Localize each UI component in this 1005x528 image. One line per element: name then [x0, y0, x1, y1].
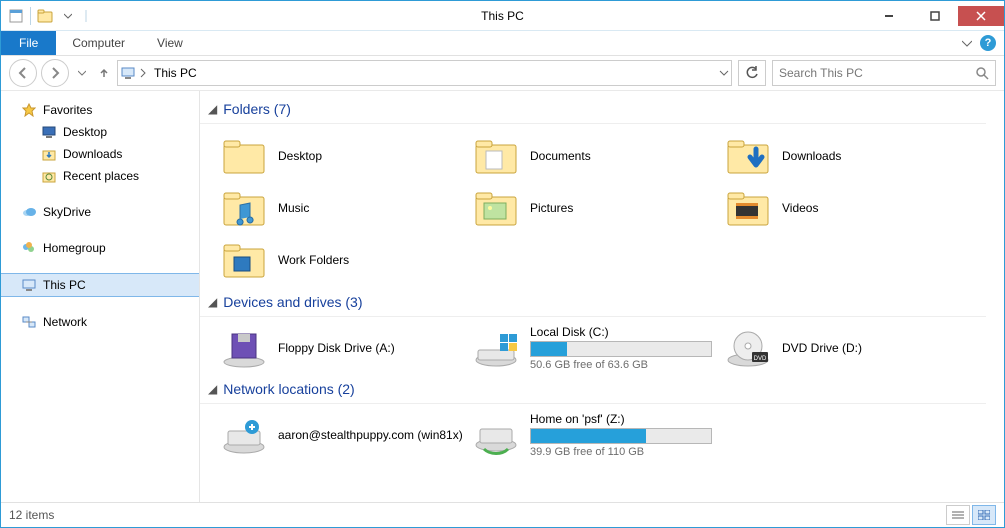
- folders-grid: Desktop Documents Downloads Music Pictur…: [200, 124, 1000, 288]
- sidebar-homegroup[interactable]: Homegroup: [1, 237, 199, 259]
- tab-computer[interactable]: Computer: [56, 31, 141, 55]
- drive-dvd[interactable]: DVD DVD Drive (D:): [722, 323, 974, 373]
- recent-icon: [41, 168, 57, 184]
- qat-separator-small: [80, 5, 92, 27]
- section-header-drives[interactable]: ◢ Devices and drives (3): [200, 288, 986, 317]
- address-dropdown-icon[interactable]: [719, 68, 729, 78]
- window-title: This PC: [1, 9, 1004, 23]
- chevron-down-icon[interactable]: [57, 5, 79, 27]
- title-bar: This PC: [1, 1, 1004, 31]
- body: Favorites Desktop Downloads Recent place…: [1, 90, 1004, 502]
- navigation-pane[interactable]: Favorites Desktop Downloads Recent place…: [1, 91, 200, 502]
- dvd-icon: DVD: [726, 326, 770, 370]
- folder-pictures[interactable]: Pictures: [470, 182, 722, 234]
- close-button[interactable]: [958, 6, 1004, 26]
- quick-access-toolbar: [1, 5, 92, 27]
- remote-drive-icon: [222, 413, 266, 457]
- collapse-icon: ◢: [208, 295, 217, 309]
- drive-floppy[interactable]: Floppy Disk Drive (A:): [218, 323, 470, 373]
- search-placeholder: Search This PC: [779, 66, 863, 80]
- folder-icon: [222, 238, 266, 282]
- folder-icon: [474, 186, 518, 230]
- status-text: 12 items: [9, 508, 54, 522]
- drive-local-c[interactable]: Local Disk (C:) 50.6 GB free of 63.6 GB: [470, 323, 722, 373]
- computer-icon: [21, 277, 37, 293]
- ribbon-tabs: File Computer View ?: [1, 31, 1004, 56]
- back-button[interactable]: [9, 59, 37, 87]
- folder-documents[interactable]: Documents: [470, 130, 722, 182]
- sidebar-favorites[interactable]: Favorites: [1, 99, 199, 121]
- capacity-bar: [530, 428, 712, 444]
- sidebar-skydrive[interactable]: SkyDrive: [1, 201, 199, 223]
- file-tab[interactable]: File: [1, 31, 56, 55]
- folder-downloads[interactable]: Downloads: [722, 130, 974, 182]
- sidebar-network[interactable]: Network: [1, 311, 199, 333]
- expand-ribbon-icon[interactable]: [962, 38, 972, 48]
- folder-icon: [726, 134, 770, 178]
- breadcrumb-thispc[interactable]: This PC: [150, 66, 201, 80]
- folder-icon: [222, 186, 266, 230]
- status-bar: 12 items: [1, 502, 1004, 527]
- up-button[interactable]: [95, 60, 113, 86]
- help-icon[interactable]: ?: [980, 35, 996, 51]
- navigation-bar: This PC Search This PC: [1, 56, 1004, 90]
- folder-icon: [474, 134, 518, 178]
- maximize-button[interactable]: [912, 6, 958, 26]
- section-header-folders[interactable]: ◢ Folders (7): [200, 95, 986, 124]
- this-pc-icon: [120, 65, 136, 81]
- details-view-button[interactable]: [946, 505, 970, 525]
- forward-button[interactable]: [41, 59, 69, 87]
- chevron-right-icon[interactable]: [140, 68, 146, 78]
- network-item-remoteapp[interactable]: aaron@stealthpuppy.com (win81x): [218, 410, 470, 460]
- capacity-bar: [530, 341, 712, 357]
- network-drive-z[interactable]: Home on 'psf' (Z:) 39.9 GB free of 110 G…: [470, 410, 722, 460]
- downloads-icon: [41, 146, 57, 162]
- network-drive-icon: [474, 413, 518, 457]
- address-bar[interactable]: This PC: [117, 60, 732, 86]
- tiles-view-button[interactable]: [972, 505, 996, 525]
- folder-icon: [222, 134, 266, 178]
- star-icon: [21, 102, 37, 118]
- search-input[interactable]: Search This PC: [772, 60, 996, 86]
- recent-locations-button[interactable]: [73, 60, 91, 86]
- sidebar-item-recent[interactable]: Recent places: [1, 165, 199, 187]
- minimize-button[interactable]: [866, 6, 912, 26]
- hdd-icon: [474, 326, 518, 370]
- folder-videos[interactable]: Videos: [722, 182, 974, 234]
- folder-icon: [726, 186, 770, 230]
- homegroup-icon: [21, 240, 37, 256]
- search-icon: [975, 66, 989, 80]
- sidebar-item-desktop[interactable]: Desktop: [1, 121, 199, 143]
- folder-workfolders[interactable]: Work Folders: [218, 234, 470, 286]
- tab-view[interactable]: View: [141, 31, 199, 55]
- ribbon-right: ?: [962, 31, 1004, 55]
- folder-music[interactable]: Music: [218, 182, 470, 234]
- folder-desktop[interactable]: Desktop: [218, 130, 470, 182]
- content-pane[interactable]: ◢ Folders (7) Desktop Documents Download…: [200, 91, 1004, 502]
- cloud-icon: [21, 204, 37, 220]
- qat-newfolder-icon[interactable]: [34, 5, 56, 27]
- section-header-network[interactable]: ◢ Network locations (2): [200, 375, 986, 404]
- window-controls: [866, 6, 1004, 26]
- svg-text:DVD: DVD: [754, 356, 767, 362]
- collapse-icon: ◢: [208, 102, 217, 116]
- drives-grid: Floppy Disk Drive (A:) Local Disk (C:) 5…: [200, 317, 1000, 375]
- network-icon: [21, 314, 37, 330]
- refresh-button[interactable]: [738, 60, 766, 86]
- desktop-icon: [41, 124, 57, 140]
- qat-properties-icon[interactable]: [5, 5, 27, 27]
- collapse-icon: ◢: [208, 382, 217, 396]
- network-grid: aaron@stealthpuppy.com (win81x) Home on …: [200, 404, 1000, 462]
- sidebar-thispc[interactable]: This PC: [1, 273, 199, 297]
- explorer-window: This PC File Computer View ? This PC: [0, 0, 1005, 528]
- sidebar-item-downloads[interactable]: Downloads: [1, 143, 199, 165]
- floppy-icon: [222, 326, 266, 370]
